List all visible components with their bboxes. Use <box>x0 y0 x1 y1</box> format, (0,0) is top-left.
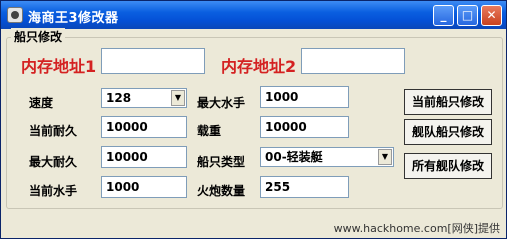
speed-label: 速度 <box>29 96 54 110</box>
load-capacity-label: 载重 <box>197 124 222 138</box>
ship-type-label: 船只类型 <box>197 155 246 169</box>
maximize-button[interactable]: □ <box>457 5 478 26</box>
title-bar[interactable]: 海商王3修改器 _ □ ✕ <box>1 1 506 29</box>
current-crew-input[interactable]: 1000 <box>101 176 187 198</box>
app-icon <box>7 7 23 23</box>
modify-all-fleets-button[interactable]: 所有舰队修改 <box>404 153 492 179</box>
close-button[interactable]: ✕ <box>481 5 502 26</box>
current-durability-label: 当前耐久 <box>29 124 78 138</box>
memory-address-2-input[interactable] <box>301 48 405 74</box>
cannon-count-input[interactable]: 255 <box>260 176 349 198</box>
dropdown-arrow-icon[interactable]: ▼ <box>378 149 392 165</box>
speed-value: 128 <box>106 91 132 105</box>
speed-select[interactable]: 128 ▼ <box>101 88 187 108</box>
modify-fleet-ship-button[interactable]: 舰队船只修改 <box>404 119 492 145</box>
max-durability-label: 最大耐久 <box>29 155 78 169</box>
cannon-count-label: 火炮数量 <box>197 184 246 198</box>
dropdown-arrow-icon[interactable]: ▼ <box>171 90 185 106</box>
window-title: 海商王3修改器 <box>28 11 119 26</box>
memory-address-1-label: 内存地址1 <box>21 57 97 76</box>
max-durability-input[interactable]: 10000 <box>101 146 187 168</box>
load-capacity-input[interactable]: 10000 <box>260 116 349 138</box>
memory-address-1-input[interactable] <box>101 48 205 74</box>
ship-type-select[interactable]: 00-轻装艇 ▼ <box>260 147 394 167</box>
status-bar: www.hackhome.com[网侠]提供 <box>1 216 506 238</box>
watermark-text: www.hackhome.com[网侠]提供 <box>333 222 500 235</box>
current-durability-input[interactable]: 10000 <box>101 116 187 138</box>
ship-type-value: 00-轻装艇 <box>265 150 323 164</box>
modify-current-ship-button[interactable]: 当前船只修改 <box>404 89 492 115</box>
max-crew-input[interactable]: 1000 <box>260 86 349 108</box>
memory-address-2-label: 内存地址2 <box>221 57 297 76</box>
max-crew-label: 最大水手 <box>197 96 246 110</box>
current-crew-label: 当前水手 <box>29 184 78 198</box>
app-window: 海商王3修改器 _ □ ✕ 船只修改 内存地址1 内存地址2 速度 128 ▼ … <box>0 0 507 239</box>
group-legend: 船只修改 <box>11 28 66 45</box>
minimize-button[interactable]: _ <box>433 5 454 26</box>
